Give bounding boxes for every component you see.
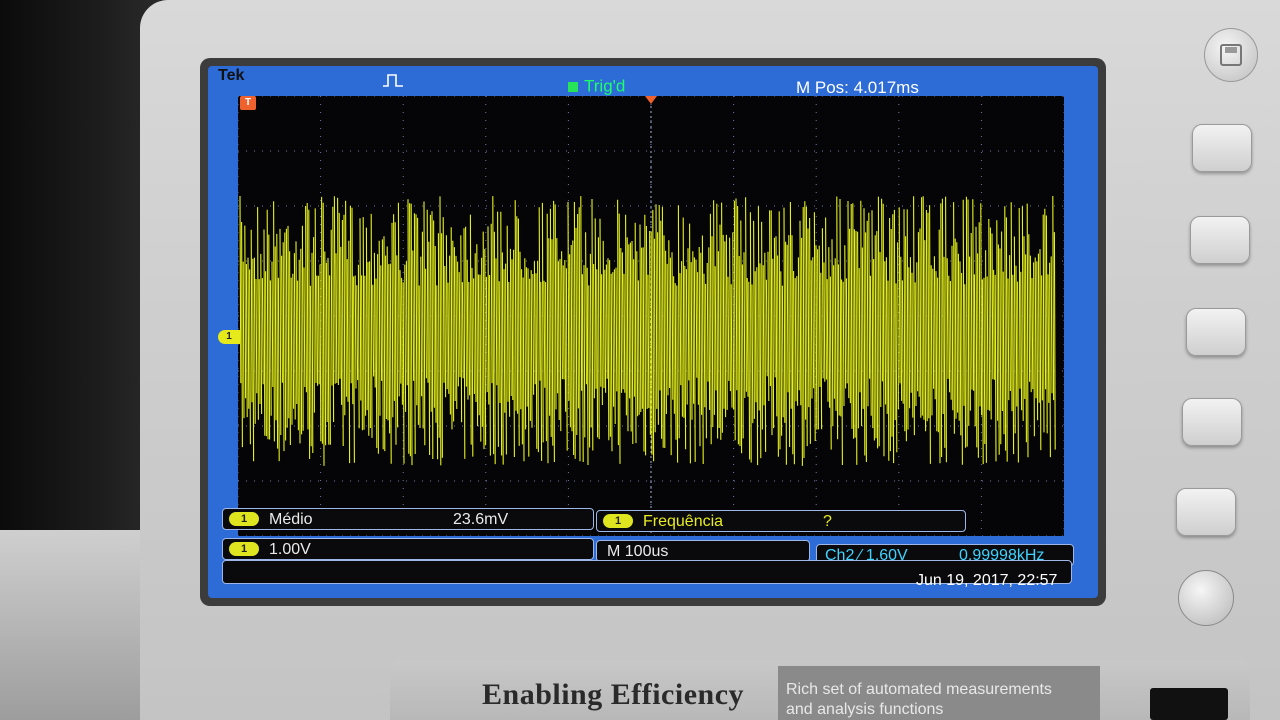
floppy-glyph bbox=[1220, 44, 1242, 66]
knob-icon[interactable] bbox=[1178, 570, 1234, 626]
datetime-readout: Jun 19, 2017, 22:57 bbox=[916, 572, 1058, 589]
scope-screen: Tek Trig'd M Pos: 4.017ms T 1 1 Médio 23… bbox=[208, 66, 1098, 598]
menu-button-2[interactable] bbox=[1190, 216, 1250, 264]
channel-badge: 1 bbox=[229, 512, 259, 526]
brand-label: Tek bbox=[218, 67, 245, 84]
measurement-mean[interactable]: 1 Médio 23.6mV bbox=[222, 508, 594, 530]
mean-label: Médio bbox=[269, 511, 313, 528]
background-shelf bbox=[0, 530, 150, 720]
channel-1-marker: 1 bbox=[218, 330, 240, 344]
trigger-status: Trig'd bbox=[568, 76, 625, 97]
menu-button-4[interactable] bbox=[1182, 398, 1242, 446]
tagline-line-2: and analysis functions bbox=[786, 701, 944, 718]
ch1-scale-panel[interactable]: 1 1.00V bbox=[222, 538, 594, 560]
frequency-value: ? bbox=[823, 513, 832, 530]
top-status-bar: Tek Trig'd M Pos: 4.017ms bbox=[208, 66, 1098, 97]
usb-port bbox=[1150, 688, 1228, 720]
pulse-icon bbox=[383, 74, 403, 87]
trigger-marker: T bbox=[240, 96, 256, 110]
menu-button-3[interactable] bbox=[1186, 308, 1246, 356]
m-pos-readout: M Pos: 4.017ms bbox=[796, 78, 919, 97]
channel-badge: 1 bbox=[229, 542, 259, 556]
trigger-status-indicator bbox=[568, 81, 578, 92]
tagline-line-1: Rich set of automated measurements bbox=[786, 681, 1052, 698]
slogan: Enabling Efficiency bbox=[482, 678, 745, 711]
mean-value: 23.6mV bbox=[453, 511, 509, 528]
frequency-label: Frequência bbox=[643, 513, 724, 530]
channel-badge: 1 bbox=[603, 514, 633, 528]
waveform-svg bbox=[238, 96, 1064, 536]
channel-1-trace bbox=[239, 195, 1056, 466]
save-icon[interactable] bbox=[1204, 28, 1258, 82]
menu-button-1[interactable] bbox=[1192, 124, 1252, 172]
measurement-frequency[interactable]: 1 Frequência ? bbox=[596, 510, 966, 532]
waveform-display bbox=[238, 96, 1064, 536]
trigger-position-marker bbox=[645, 96, 657, 104]
timebase-panel[interactable]: M 100us bbox=[596, 540, 810, 562]
menu-button-5[interactable] bbox=[1176, 488, 1236, 536]
tagline-box: Rich set of automated measurements and a… bbox=[778, 666, 1100, 720]
ch1-scale: 1.00V bbox=[269, 541, 311, 558]
trigger-status-label: Trig'd bbox=[584, 76, 626, 96]
